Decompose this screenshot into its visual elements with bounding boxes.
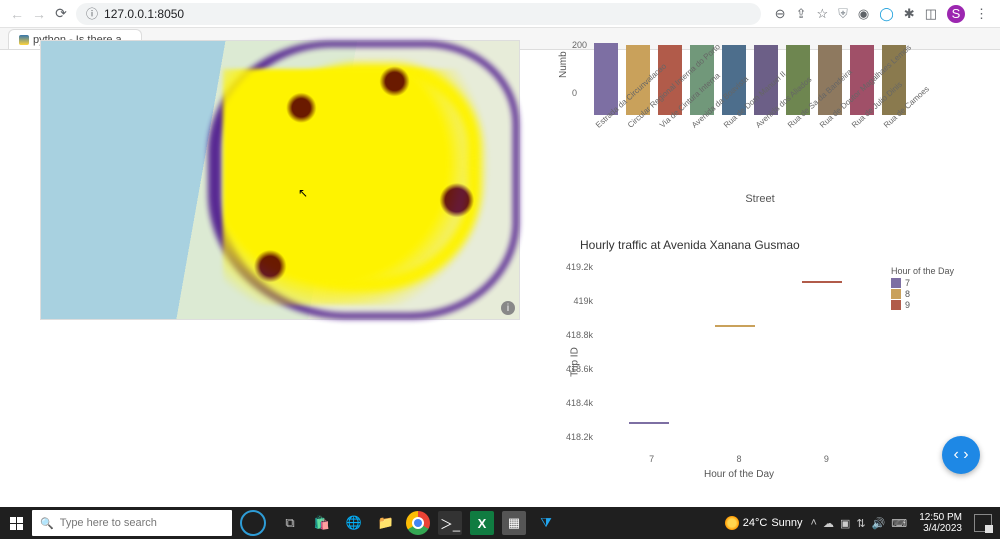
excel-icon[interactable]: X [470,511,494,535]
window-icon[interactable]: ◫ [925,6,937,22]
wifi-icon[interactable]: ⇅ [856,517,865,530]
box-yticks: 419.2k419k418.8k418.6k418.4k418.2k [566,262,593,442]
windows-icon [10,517,23,530]
notifications-icon[interactable] [974,514,992,532]
cloud-icon[interactable]: ☁ [823,517,834,530]
address-bar[interactable]: ⓘ 127.0.0.1:8050 [76,3,761,25]
terminal-icon[interactable]: ＞_ [438,511,462,535]
bar-yticks: 200 0 [572,40,587,98]
bar-ylabel: Numb [558,51,569,78]
box-plot-area: Trip ID 419.2k419k418.8k418.6k418.4k418.… [608,262,870,462]
url-text: 127.0.0.1:8050 [104,7,184,21]
explorer-icon[interactable]: 📁 [374,511,398,535]
search-icon: 🔍 [40,517,54,530]
python-icon [19,35,29,45]
taskbar: 🔍 Type here to search ⧉ 🛍️ 🌐 📁 ＞_ X ▦ ⧩ … [0,507,1000,539]
dash-devtools-fab[interactable]: ‹ › [942,436,980,474]
profile-avatar[interactable]: S [947,5,965,23]
bookmark-icon[interactable]: ☆ [816,6,828,22]
share-icon[interactable]: ⇪ [796,6,807,22]
circle-ext-icon[interactable]: ◯ [879,6,894,22]
puzzle-icon[interactable]: ✱ [904,6,915,22]
bar-categories: Estrada da CircunvalacaoCircular Regiona… [594,123,960,132]
box-mark-8[interactable] [715,325,755,327]
menu-icon[interactable]: ⋮ [975,6,988,22]
search-placeholder: Type here to search [60,517,157,529]
language-icon[interactable]: ⌨ [891,517,907,530]
shield-icon[interactable]: ⛨ [838,6,848,22]
charts-column: Numb 200 0 Estrada da CircunvalacaoCircu… [560,50,960,490]
system-tray: 24°C Sunny ˄ ☁ ▣ ⇅ 🔊 ⌨ 12:50 PM 3/4/2023 [719,512,1000,534]
extensions-area: ⊖ ⇪ ☆ ⛨ ◉ ◯ ✱ ◫ S ⋮ [769,5,994,23]
task-view-icon[interactable]: ⧉ [278,511,302,535]
back-button[interactable]: ← [6,3,28,25]
taskbar-search[interactable]: 🔍 Type here to search [32,510,232,536]
app-icon[interactable]: ▦ [502,511,526,535]
browser-toolbar: ← → ⟳ ⓘ 127.0.0.1:8050 ⊖ ⇪ ☆ ⛨ ◉ ◯ ✱ ◫ S… [0,0,1000,28]
map-info-icon[interactable]: i [501,301,515,315]
box-title: Hourly traffic at Avenida Xanana Gusmao [560,238,960,252]
dashboard-content: i ↖ Numb 200 0 Estrada da CircunvalacaoC… [0,50,1000,490]
clock[interactable]: 12:50 PM 3/4/2023 [915,512,966,534]
site-info-icon[interactable]: ⓘ [86,5,98,22]
vscode-icon[interactable]: ⧩ [534,511,558,535]
start-button[interactable] [0,507,32,539]
cortana-icon[interactable] [240,510,266,536]
tray-icons[interactable]: ˄ ☁ ▣ ⇅ 🔊 ⌨ [811,517,908,530]
edge-icon[interactable]: 🌐 [342,511,366,535]
hourly-box-chart[interactable]: Hourly traffic at Avenida Xanana Gusmao … [560,238,960,483]
box-xlabel: Hour of the Day [608,469,870,480]
volume-icon[interactable]: 🔊 [872,517,886,530]
sun-icon [725,516,739,530]
chrome-icon[interactable] [406,511,430,535]
battery-icon[interactable]: ▣ [840,517,850,530]
reload-button[interactable]: ⟳ [50,3,72,25]
bar-xlabel: Street [560,193,960,205]
taskbar-apps: ⧉ 🛍️ 🌐 📁 ＞_ X ▦ ⧩ [278,511,558,535]
zoom-icon[interactable]: ⊖ [775,6,786,22]
box-mark-9[interactable] [802,281,842,283]
forward-button[interactable]: → [28,3,50,25]
box-mark-7[interactable] [629,422,669,424]
box-legend: Hour of the Day 789 [891,266,954,311]
street-bar-chart[interactable]: Numb 200 0 Estrada da CircunvalacaoCircu… [560,50,960,210]
camera-icon[interactable]: ◉ [858,6,869,22]
box-xticks: 789 [608,454,870,464]
mouse-cursor: ↖ [298,186,308,200]
heatmap-spots [208,55,519,319]
map-panel[interactable]: i ↖ [40,40,520,320]
chevron-up-icon[interactable]: ˄ [811,517,817,530]
store-icon[interactable]: 🛍️ [310,511,334,535]
weather-widget[interactable]: 24°C Sunny [725,516,803,530]
